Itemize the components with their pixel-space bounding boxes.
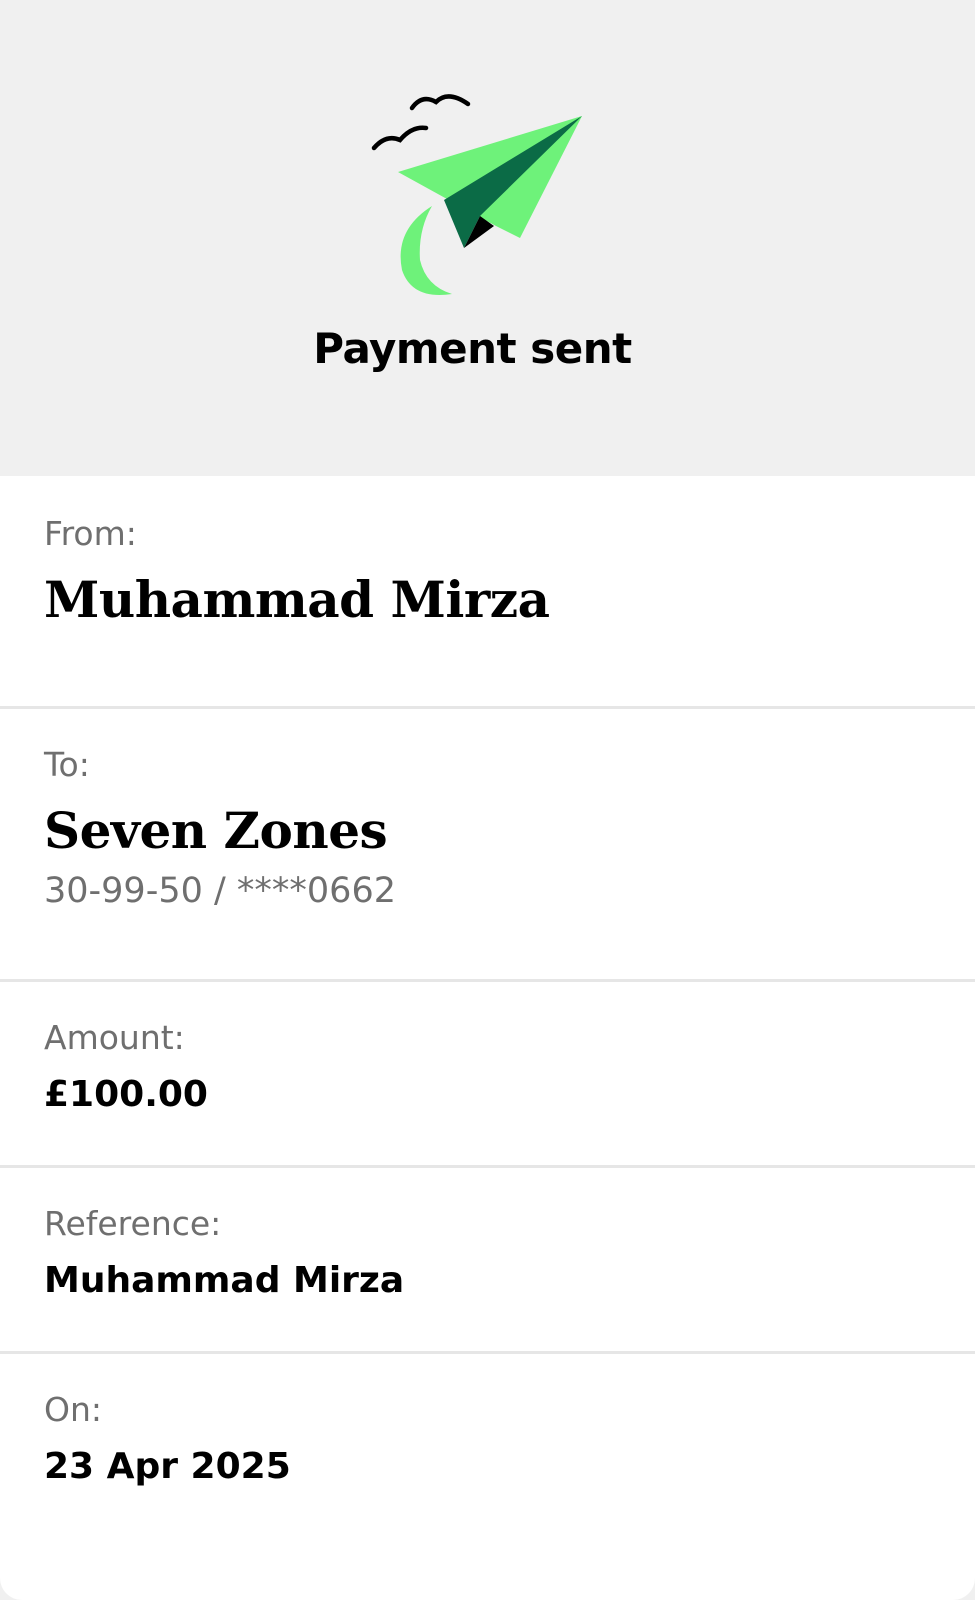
to-account-number: 30-99-50 / ****0662 (44, 871, 396, 911)
detail-row-date: On: 23 Apr 2025 (0, 1354, 975, 1600)
page-title: Payment sent (313, 324, 632, 373)
detail-row-reference: Reference: Muhammad Mirza (0, 1168, 975, 1354)
trail-swoosh (400, 206, 452, 295)
date-value: 23 Apr 2025 (44, 1446, 291, 1487)
detail-row-amount: Amount: £100.00 (0, 982, 975, 1168)
payment-details-card: From: Muhammad Mirza To: Seven Zones 30-… (0, 476, 975, 1600)
bird-icon (371, 125, 429, 151)
payment-confirmation-screen: Payment sent From: Muhammad Mirza To: Se… (0, 0, 975, 1600)
detail-row-to: To: Seven Zones 30-99-50 / ****0662 (0, 709, 975, 982)
detail-row-from: From: Muhammad Mirza (0, 476, 975, 709)
reference-value: Muhammad Mirza (44, 1260, 405, 1301)
amount-value: £100.00 (44, 1074, 208, 1115)
amount-label: Amount: (44, 1018, 185, 1057)
from-value: Muhammad Mirza (44, 570, 550, 629)
to-value: Seven Zones (44, 801, 388, 860)
date-label: On: (44, 1390, 103, 1429)
reference-label: Reference: (44, 1204, 222, 1243)
to-label: To: (44, 745, 90, 784)
from-label: From: (44, 514, 137, 553)
bird-icon (409, 94, 471, 111)
confirmation-header: Payment sent (0, 0, 975, 476)
paper-plane-icon (371, 94, 582, 295)
